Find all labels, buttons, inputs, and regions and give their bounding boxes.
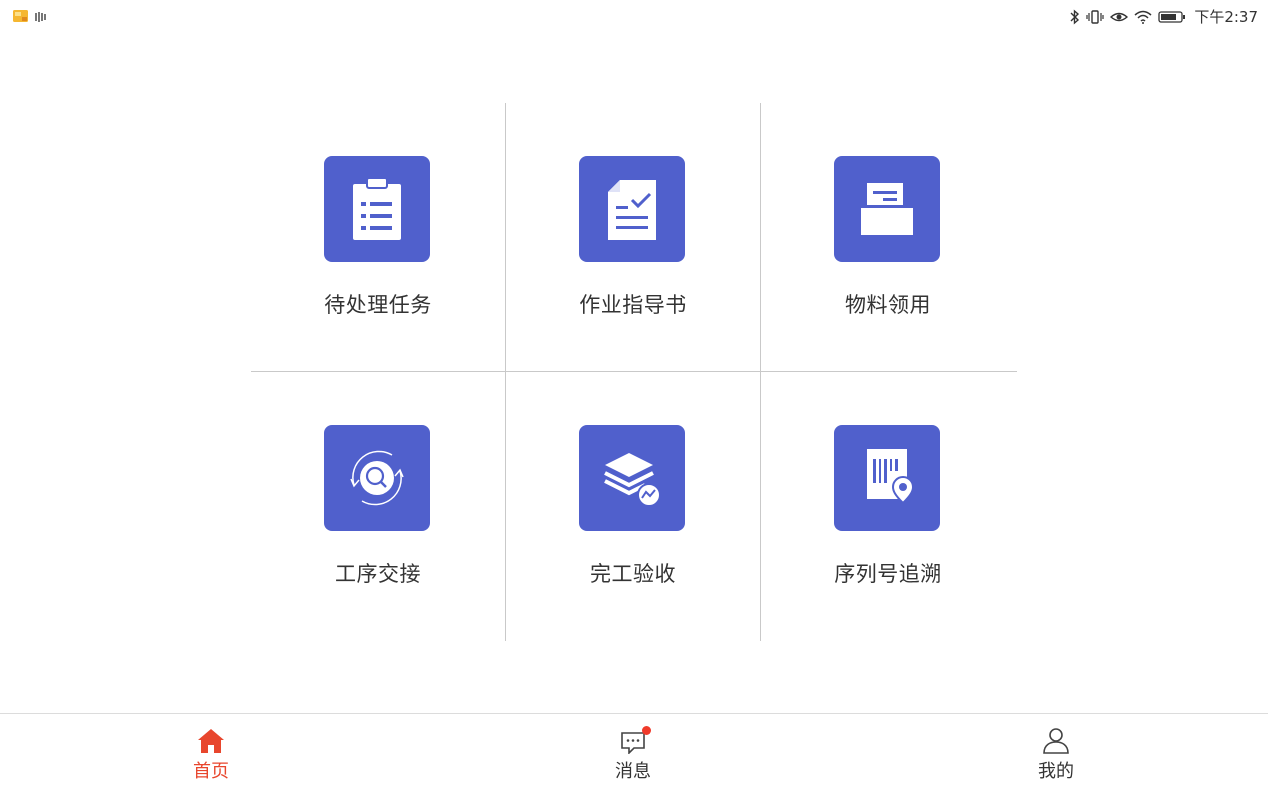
tile-label: 物料领用 [845,293,931,317]
nav-label-home: 首页 [193,761,229,782]
tile-label: 完工验收 [590,562,676,586]
bottom-navigation: 首页 消息 我的 [0,713,1268,793]
clipboard-list-icon [324,156,430,262]
message-icon [619,724,651,754]
nav-item-messages[interactable]: 消息 [553,714,713,793]
tile-work-instructions[interactable]: 作业指导书 [506,103,760,371]
tile-label: 待处理任务 [324,293,432,317]
nav-label-messages: 消息 [615,761,651,782]
function-grid: 待处理任务 作业指导书 物料领用 工序交接 完工验收 序列号追溯 [0,0,1268,713]
tile-label: 工序交接 [335,562,421,586]
tile-material-requisition[interactable]: 物料领用 [761,103,1015,371]
nav-item-home[interactable]: 首页 [131,714,291,793]
barcode-location-icon [834,425,940,531]
nav-label-profile: 我的 [1038,761,1074,782]
document-check-icon [579,156,685,262]
home-icon [197,724,225,754]
user-icon [1042,724,1070,754]
tile-completion-acceptance[interactable]: 完工验收 [506,372,760,640]
tile-process-handover[interactable]: 工序交接 [251,372,505,640]
tile-pending-tasks[interactable]: 待处理任务 [251,103,505,371]
layers-chart-icon [579,425,685,531]
tile-label: 序列号追溯 [834,562,942,586]
message-badge-dot [642,726,651,735]
tile-label: 作业指导书 [579,293,687,317]
app-screen: 下午2:37 待处理任务 作业指导书 物料领用 工序交接 完工验收 序列号追溯 … [0,0,1268,793]
tile-serial-trace[interactable]: 序列号追溯 [761,372,1015,640]
rotate-search-icon [324,425,430,531]
printer-tray-icon [834,156,940,262]
nav-item-profile[interactable]: 我的 [976,714,1136,793]
